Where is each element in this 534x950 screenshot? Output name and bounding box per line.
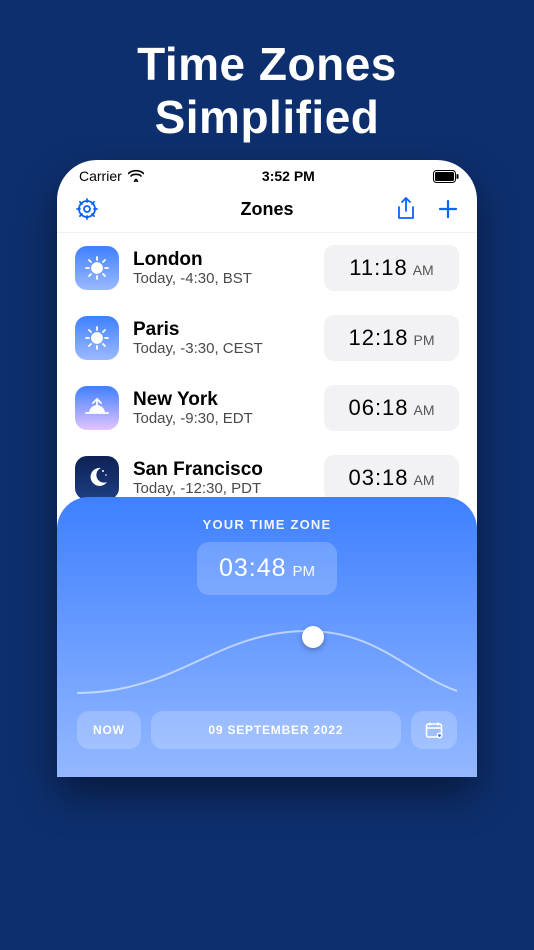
zone-ampm: AM [413, 262, 434, 278]
zone-time: 06:18 [348, 395, 408, 421]
status-left: Carrier [79, 168, 144, 184]
your-tz-label: YOUR TIME ZONE [77, 517, 457, 532]
zone-subtitle: Today, -4:30, BST [133, 270, 310, 287]
gear-icon [75, 197, 99, 221]
status-right [433, 170, 459, 183]
calendar-button[interactable] [411, 711, 457, 749]
page-title: Zones [240, 199, 293, 220]
date-button[interactable]: 09 SEPTEMBER 2022 [151, 711, 401, 749]
zone-ampm: AM [414, 402, 435, 418]
zone-time-badge: 06:18 AM [324, 385, 459, 431]
status-bar: Carrier 3:52 PM [57, 160, 477, 188]
wifi-icon [128, 170, 144, 182]
zone-row[interactable]: London Today, -4:30, BST 11:18 AM [57, 233, 477, 303]
share-icon [395, 196, 417, 222]
sun-icon [75, 316, 119, 360]
zone-time: 12:18 [348, 325, 408, 351]
sun-icon [75, 246, 119, 290]
your-timezone-panel: YOUR TIME ZONE 03:48 PM NOW 09 SEPTEMBER… [57, 497, 477, 777]
hero-line1: Time Zones [0, 38, 534, 91]
phone-frame: Carrier 3:52 PM [57, 160, 477, 777]
time-scrubber[interactable] [77, 613, 457, 703]
zone-time-badge: 03:18 AM [324, 455, 459, 501]
zone-subtitle: Today, -12:30, PDT [133, 480, 310, 497]
status-time: 3:52 PM [262, 168, 315, 184]
zone-time: 03:18 [348, 465, 408, 491]
carrier-label: Carrier [79, 168, 122, 184]
zone-row[interactable]: New York Today, -9:30, EDT 06:18 AM [57, 373, 477, 443]
settings-button[interactable] [75, 197, 99, 221]
now-button[interactable]: NOW [77, 711, 141, 749]
zone-city: Paris [133, 319, 310, 341]
zone-time-badge: 11:18 AM [324, 245, 459, 291]
share-button[interactable] [395, 196, 417, 222]
scrubber-knob[interactable] [302, 626, 324, 648]
moon-icon [75, 456, 119, 500]
plus-icon [437, 198, 459, 220]
zone-subtitle: Today, -3:30, CEST [133, 340, 310, 357]
hero-title: Time Zones Simplified [0, 0, 534, 144]
zone-city: London [133, 249, 310, 271]
your-tz-ampm: PM [293, 563, 316, 580]
zone-time: 11:18 [349, 255, 407, 281]
your-tz-time: 03:48 [219, 554, 287, 583]
add-button[interactable] [437, 198, 459, 220]
zone-row[interactable]: Paris Today, -3:30, CEST 12:18 PM [57, 303, 477, 373]
sunrise-icon [75, 386, 119, 430]
zone-row[interactable]: San Francisco Today, -12:30, PDT 03:18 A… [57, 443, 477, 505]
zone-subtitle: Today, -9:30, EDT [133, 410, 310, 427]
zone-city: San Francisco [133, 459, 310, 481]
battery-icon [433, 170, 459, 183]
zone-time-badge: 12:18 PM [324, 315, 459, 361]
zone-city: New York [133, 389, 310, 411]
zone-list: London Today, -4:30, BST 11:18 AM Paris … [57, 233, 477, 505]
nav-bar: Zones [57, 188, 477, 233]
zone-ampm: PM [414, 332, 435, 348]
your-tz-time-badge: 03:48 PM [197, 542, 337, 595]
calendar-icon [425, 721, 443, 739]
hero-line2: Simplified [0, 91, 534, 144]
zone-ampm: AM [414, 472, 435, 488]
